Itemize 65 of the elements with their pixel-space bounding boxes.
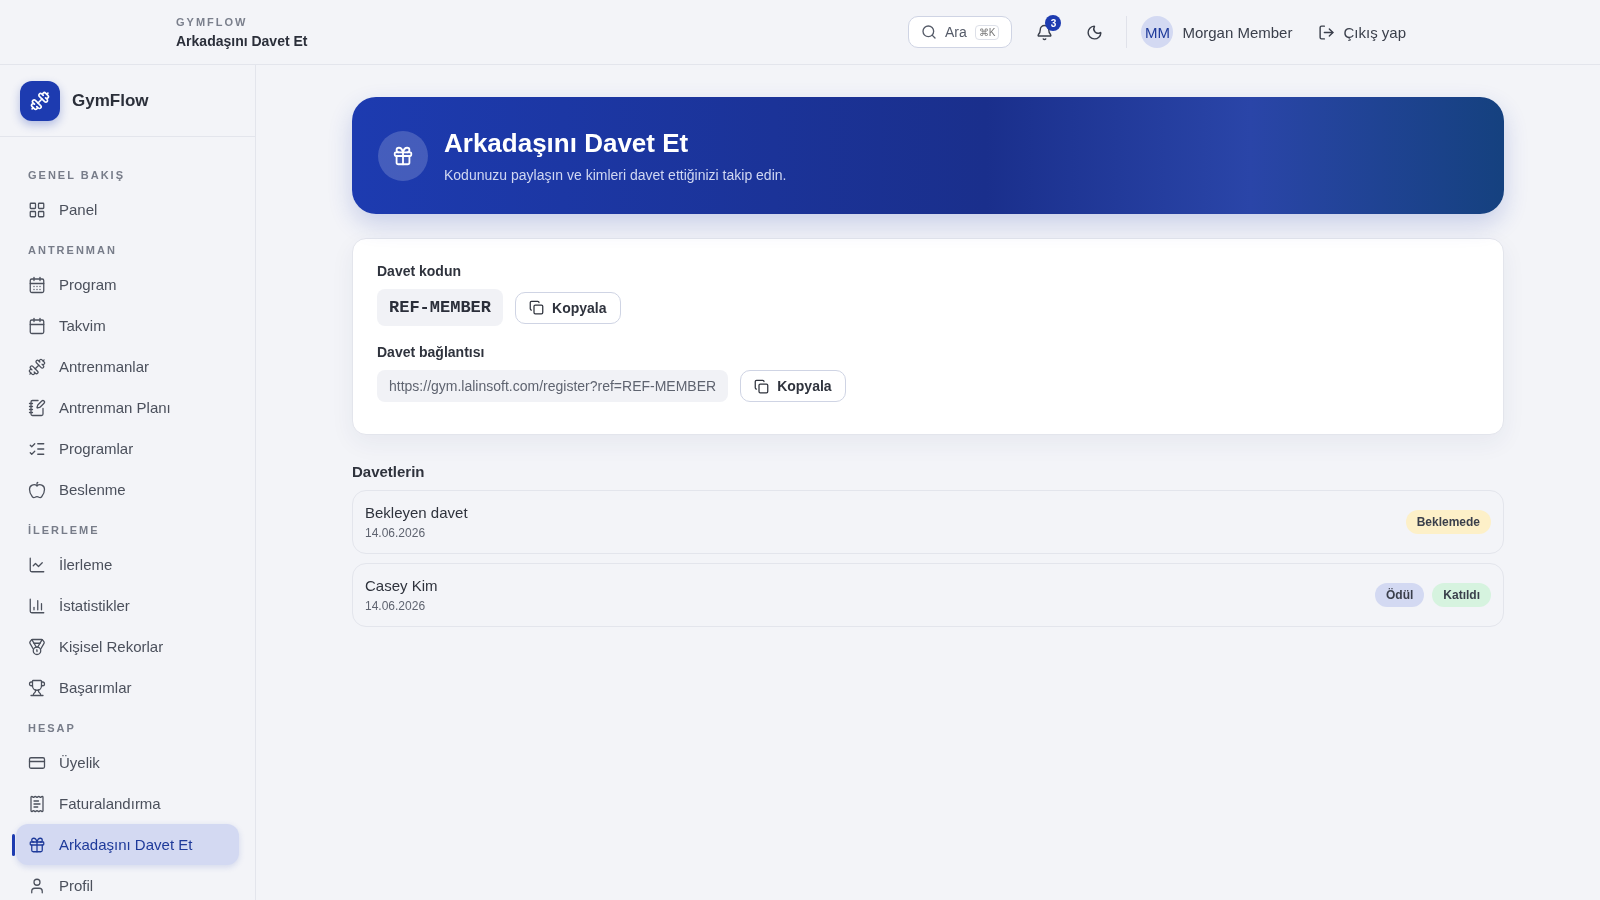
section-title: Davetlerin: [352, 463, 426, 480]
section-title: ANTRENMAN: [27, 243, 118, 258]
hero-title: Arkadaşını Davet Et: [444, 128, 690, 159]
status-tag: Beklemede: [1405, 510, 1491, 534]
sidebar-item[interactable]: Başarımlar: [16, 667, 239, 708]
logout-icon: [1318, 23, 1336, 41]
copy-button[interactable]: Kopyala: [515, 291, 621, 324]
sidebar-item[interactable]: Program: [16, 264, 239, 305]
copy-icon: [754, 378, 770, 394]
line-chart-icon: [28, 555, 46, 574]
invite-date: 14.06.2026: [365, 599, 427, 613]
field-label: Davet kodun: [377, 263, 462, 279]
invitee-name: Bekleyen davet: [365, 504, 468, 521]
apple-icon: [28, 480, 46, 499]
notebook-icon: [28, 398, 46, 417]
invite-date: 14.06.2026: [365, 526, 427, 540]
gift-icon: [378, 130, 428, 181]
logout-button[interactable]: Çıkış yap: [1312, 22, 1412, 42]
section-title: GENEL BAKIŞ: [27, 168, 126, 183]
dumbbell-icon: [28, 357, 46, 376]
user-menu[interactable]: MM Morgan Member: [1141, 16, 1293, 48]
status-tag: Ödül: [1375, 583, 1425, 607]
bell-icon: [1035, 23, 1053, 41]
receipt-icon: [28, 794, 46, 813]
notification-count: 3: [1045, 15, 1062, 31]
sidebar-item[interactable]: Programlar: [16, 428, 239, 469]
sidebar-item[interactable]: Profil: [16, 865, 239, 900]
search-icon: [920, 24, 937, 40]
avatar: MM: [1141, 16, 1174, 48]
sidebar-item[interactable]: Panel: [16, 189, 239, 230]
calendar-icon: [28, 275, 46, 294]
user-name: Morgan Member: [1182, 23, 1293, 41]
sidebar-item[interactable]: Faturalandırma: [16, 783, 239, 824]
invitee-name: Casey Kim: [365, 577, 438, 594]
invite-code: REF-MEMBER: [377, 289, 504, 326]
sidebar-item[interactable]: Üyelik: [16, 742, 239, 783]
moon-icon: [1085, 23, 1103, 41]
trophy-icon: [28, 678, 46, 697]
copy-icon: [529, 300, 545, 315]
sidebar-item[interactable]: Beslenme: [16, 469, 239, 510]
field-label: Davet bağlantısı: [377, 344, 486, 360]
user-icon: [28, 876, 46, 895]
notifications-button[interactable]: 3: [1026, 14, 1063, 50]
sidebar-item[interactable]: İlerleme: [16, 544, 239, 585]
page-title: Arkadaşını Davet Et: [176, 32, 309, 49]
search-button[interactable]: Ara ⌘K: [907, 16, 1013, 48]
section-title: HESAP: [27, 721, 77, 736]
sidebar-item[interactable]: İstatistikler: [16, 585, 239, 626]
app-name: GymFlow: [72, 90, 149, 111]
sidebar-item[interactable]: Antrenman Planı: [16, 387, 239, 428]
section-title: İLERLEME: [27, 523, 101, 538]
sidebar-item[interactable]: Antrenmanlar: [16, 346, 239, 387]
bar-chart-icon: [28, 596, 46, 615]
calendar-icon: [28, 316, 46, 335]
medal-icon: [28, 637, 46, 656]
hero-subtitle: Kodunuzu paylaşın ve kimleri davet ettiğinizi takip edin.: [444, 167, 787, 183]
copy-button[interactable]: Kopyala: [740, 370, 846, 402]
gift-icon: [28, 835, 46, 854]
sidebar-item[interactable]: Kişisel Rekorlar: [16, 626, 239, 667]
shortcut-key: ⌘K: [974, 24, 1000, 40]
sidebar-item[interactable]: Takvim: [16, 305, 239, 346]
grid-icon: [28, 200, 46, 219]
logo-icon: [20, 80, 60, 121]
brand-label: GYMFLOW: [176, 15, 249, 28]
status-tag: Katıldı: [1432, 583, 1491, 607]
